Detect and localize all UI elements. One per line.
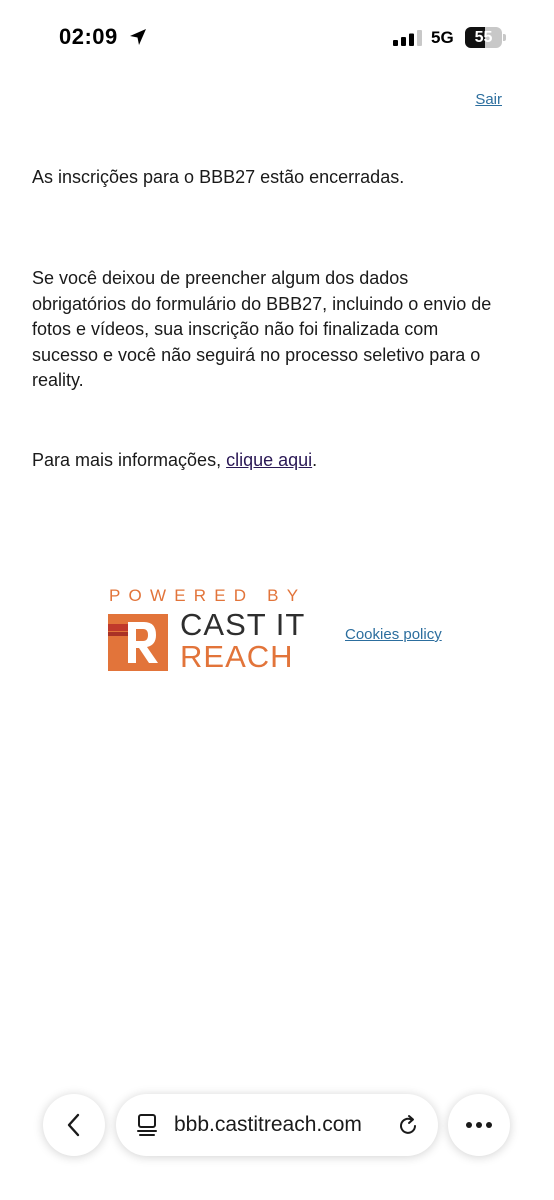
back-chevron-icon xyxy=(67,1113,80,1137)
status-bar: 02:09 5G 55 xyxy=(0,0,554,76)
closed-notice: As inscrições para o BBB27 estão encerra… xyxy=(32,167,405,187)
battery-percentage: 55 xyxy=(474,29,493,46)
more-options-button[interactable] xyxy=(448,1094,510,1156)
address-bar[interactable]: bbb.castitreach.com xyxy=(116,1094,438,1156)
logout-link[interactable]: Sair xyxy=(475,91,502,108)
status-time: 02:09 xyxy=(59,24,118,49)
more-info-paragraph: Para mais informações, clique aqui. xyxy=(32,448,502,474)
incomplete-notice: Se você deixou de preencher algum dos da… xyxy=(32,268,492,390)
reload-icon[interactable] xyxy=(398,1113,420,1137)
network-type: 5G xyxy=(431,28,454,47)
more-info-link[interactable]: clique aqui xyxy=(226,450,312,470)
logo-line-cast-it: CAST IT xyxy=(180,607,306,642)
location-arrow-icon xyxy=(130,29,146,45)
logo-line-reach: REACH xyxy=(180,639,294,674)
more-info-suffix: . xyxy=(312,450,318,470)
battery-icon: 55 xyxy=(465,27,502,48)
cookies-policy-link[interactable]: Cookies policy xyxy=(345,626,442,643)
more-info-prefix: Para mais informações, xyxy=(32,450,227,470)
url-text: bbb.castitreach.com xyxy=(174,1113,362,1136)
back-button[interactable] xyxy=(43,1094,105,1156)
more-dots-icon xyxy=(466,1122,492,1128)
cast-it-reach-r-mark-icon xyxy=(108,614,168,671)
powered-by-text: POWERED BY xyxy=(109,586,307,605)
page-tabs-icon[interactable] xyxy=(136,1113,158,1137)
battery-cap xyxy=(503,34,506,41)
signal-bars-icon xyxy=(393,30,422,46)
